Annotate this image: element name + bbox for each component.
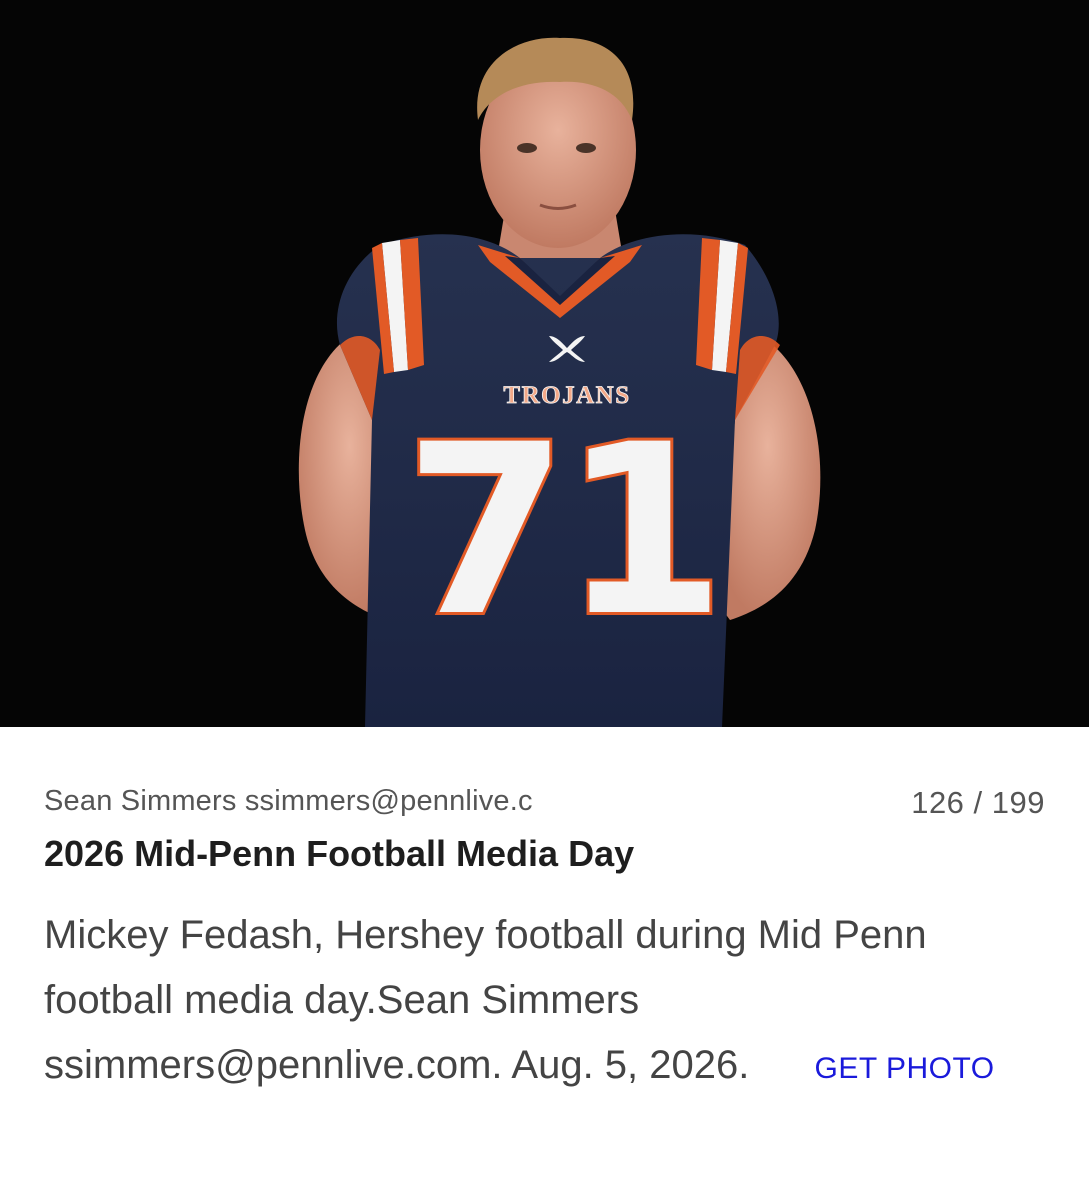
photo-description: Mickey Fedash, Hershey football during M…	[44, 903, 1044, 1101]
photo-counter: 126 / 199	[911, 785, 1045, 820]
gallery-title: 2026 Mid-Penn Football Media Day	[44, 833, 635, 874]
photo-credit: Sean Simmers ssimmers@pennlive.c	[44, 785, 533, 817]
jersey-number-text: 71	[404, 395, 719, 668]
player-portrait: TROJANS 71	[0, 0, 1089, 727]
photo-caption: Sean Simmers ssimmers@pennlive.c 126 / 1…	[0, 727, 1089, 1200]
gallery-photo[interactable]: TROJANS 71	[0, 0, 1089, 727]
get-photo-link[interactable]: GET PHOTO	[815, 1052, 995, 1085]
description-text: Mickey Fedash, Hershey football during M…	[44, 913, 927, 1087]
